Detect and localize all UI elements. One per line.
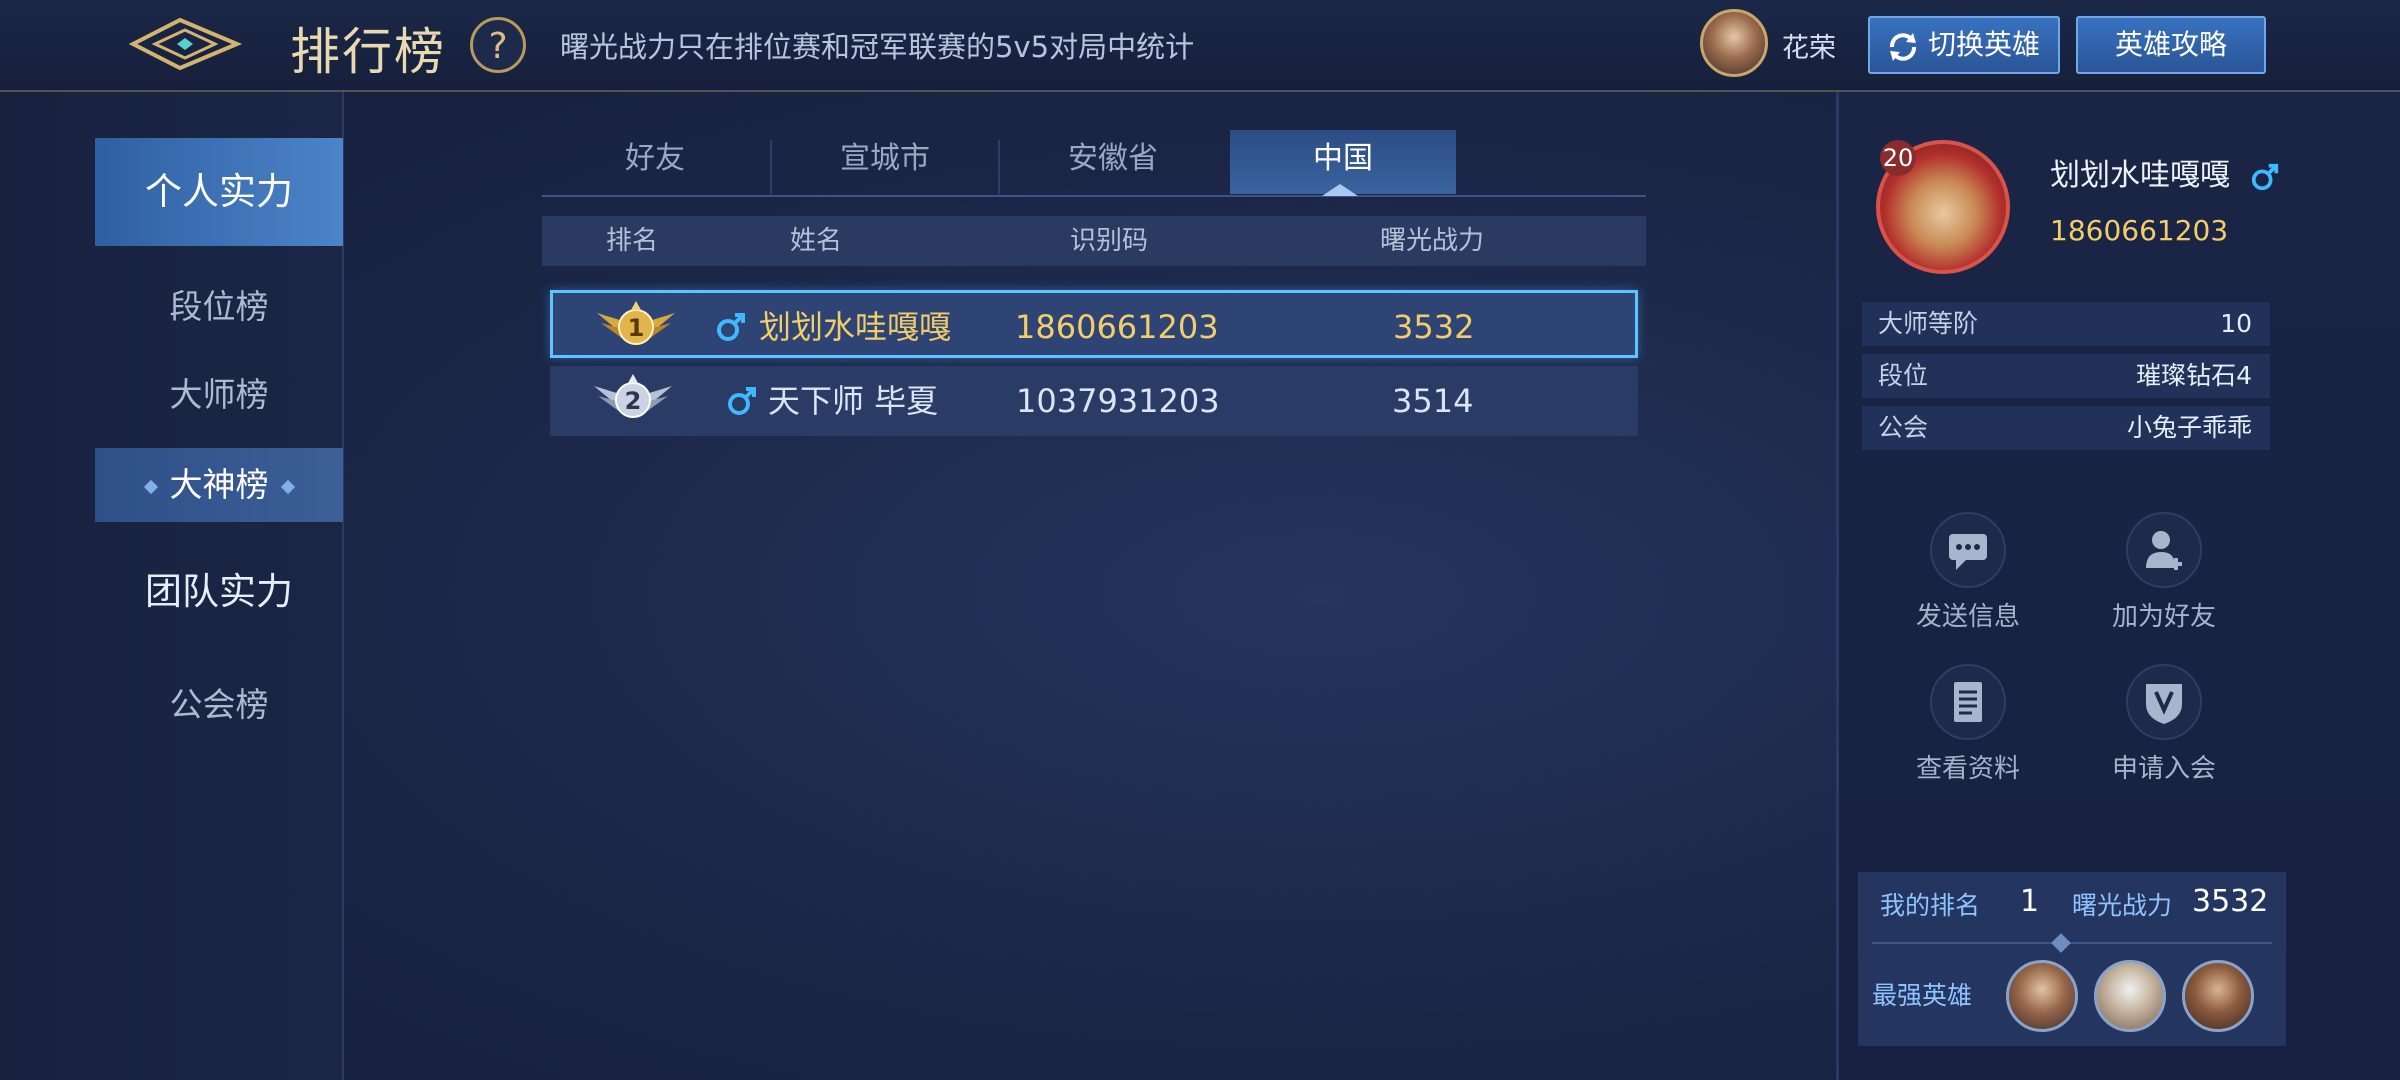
stat-value: 璀璨钻石4: [2136, 361, 2252, 390]
diamond-icon: [143, 479, 158, 494]
table-row[interactable]: 1 划划水哇嘎嘎 1860661203 3532: [550, 290, 1638, 358]
add-friend-button[interactable]: 加为好友: [2089, 512, 2239, 642]
chat-icon: [1930, 512, 2006, 588]
diamond-icon: [2051, 933, 2071, 953]
tab-city[interactable]: 宣城市: [772, 130, 998, 194]
stat-value: 10: [2220, 309, 2252, 338]
hero-portrait[interactable]: [2006, 960, 2078, 1032]
switch-hero-label: 切换英雄: [1928, 28, 2041, 61]
add-friend-icon: [2126, 512, 2202, 588]
profile-name: 划划水哇嘎嘎: [2050, 150, 2280, 194]
stat-label: 大师等阶: [1878, 309, 1979, 338]
hero-guide-button[interactable]: 英雄攻略: [2076, 16, 2266, 74]
profile-name-text: 划划水哇嘎嘎: [2050, 158, 2230, 193]
action-label: 发送信息: [1915, 602, 2020, 632]
row-name: 天下师 毕夏: [768, 382, 939, 420]
my-rank-value: 1: [2020, 884, 2040, 919]
diamond-icon: [280, 479, 295, 494]
row-id: 1037931203: [1016, 382, 1220, 420]
rank-2-silver-badge-icon: 2: [594, 374, 672, 418]
stat-label: 段位: [1878, 361, 1929, 390]
nav-personal-power[interactable]: 个人实力: [95, 138, 343, 246]
row-name: 划划水哇嘎嘎: [759, 308, 952, 346]
back-icon[interactable]: [125, 14, 245, 74]
document-icon: [1930, 664, 2006, 740]
action-label: 查看资料: [1915, 754, 2020, 784]
male-icon: [2251, 163, 2278, 190]
stat-master-tier: 大师等阶 10: [1862, 302, 2270, 346]
row-rank-number: 2: [625, 387, 642, 415]
help-button[interactable]: ?: [470, 17, 526, 73]
rank-1-gold-badge-icon: 1: [597, 301, 675, 345]
stat-label: 公会: [1878, 413, 1929, 442]
nav-god-list[interactable]: 大神榜: [95, 448, 343, 522]
nav-master-list[interactable]: 大师榜: [95, 358, 343, 432]
action-label: 申请入会: [2111, 754, 2216, 784]
tab-underline: [542, 195, 1646, 197]
nav-team-power[interactable]: 团队实力: [95, 538, 343, 646]
join-guild-button[interactable]: 申请入会: [2089, 664, 2239, 794]
profile-level-badge: 20: [1880, 140, 1916, 176]
divider: [1872, 942, 2272, 944]
male-icon: [717, 313, 745, 341]
male-icon: [728, 387, 756, 415]
row-power: 3532: [1393, 308, 1475, 346]
stat-rank: 段位 璀璨钻石4: [1862, 354, 2270, 398]
page-subtitle: 曙光战力只在排位赛和冠军联赛的5v5对局中统计: [560, 30, 1195, 64]
col-name: 姓名: [790, 226, 843, 256]
stat-value: 小兔子乖乖: [2126, 413, 2252, 442]
nav-rank-list[interactable]: 段位榜: [95, 270, 343, 344]
col-id: 识别码: [1070, 226, 1149, 256]
strongest-heroes-label: 最强英雄: [1872, 981, 1973, 1010]
table-header: 排名 姓名 识别码 曙光战力: [542, 216, 1646, 266]
my-power-label: 曙光战力: [2072, 891, 2173, 920]
row-id: 1860661203: [1015, 308, 1219, 346]
col-power: 曙光战力: [1380, 226, 1485, 256]
my-power-value: 3532: [2192, 884, 2269, 919]
guild-shield-icon: [2126, 664, 2202, 740]
hero-portrait[interactable]: [2094, 960, 2166, 1032]
profile-id: 1860661203: [2050, 214, 2229, 247]
table-row[interactable]: 2 天下师 毕夏 1037931203 3514: [550, 366, 1638, 436]
nav-god-list-label: 大神榜: [169, 465, 269, 504]
row-power: 3514: [1392, 382, 1474, 420]
page-title: 排行榜: [290, 23, 446, 81]
hero-portrait[interactable]: [2182, 960, 2254, 1032]
view-profile-button[interactable]: 查看资料: [1893, 664, 2043, 794]
row-rank-number: 1: [628, 314, 645, 342]
col-rank: 排名: [606, 226, 659, 256]
hero-name: 花荣: [1782, 33, 1836, 64]
tab-province[interactable]: 安徽省: [1000, 130, 1226, 194]
switch-hero-button[interactable]: 切换英雄: [1868, 16, 2060, 74]
send-message-button[interactable]: 发送信息: [1893, 512, 2043, 642]
tab-caret-icon: [1322, 184, 1358, 196]
my-rank-label: 我的排名: [1880, 891, 1981, 920]
action-label: 加为好友: [2111, 602, 2216, 632]
refresh-icon: [1890, 33, 1916, 61]
hero-avatar[interactable]: [1700, 9, 1768, 77]
my-rank-box: 我的排名 1 曙光战力 3532 最强英雄: [1858, 872, 2286, 1046]
tab-friends[interactable]: 好友: [542, 130, 768, 194]
nav-guild-list[interactable]: 公会榜: [95, 668, 343, 742]
stat-guild: 公会 小兔子乖乖: [1862, 406, 2270, 450]
